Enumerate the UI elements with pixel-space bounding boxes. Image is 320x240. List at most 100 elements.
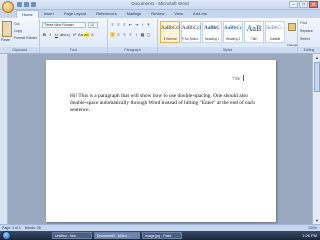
font-group: Times New Roman 12 B I U abc x₂ x² Aa ab… [40,19,108,53]
change-case-icon[interactable]: Aa [78,32,83,37]
system-clock: 1:26 PM [302,233,317,238]
style-name: Heading 2 [225,37,241,41]
font-name-select[interactable]: Times New Roman [42,22,86,28]
change-styles-button[interactable]: Change Styles [286,21,298,65]
style-heading-1[interactable]: AaBbC Heading 1 [202,21,222,43]
tab-insert[interactable]: Insert [39,10,59,18]
office-button[interactable] [2,1,14,13]
style-sample: AaBbCcI [182,26,201,31]
multilevel-list-icon[interactable]: ≡ [122,22,127,27]
font-color-icon[interactable]: A [90,32,95,37]
tab-mailings[interactable]: Mailings [122,10,147,18]
paragraph-row-2: ≡ ≡ ≡ ≡ ↕ ▦ ▢ [110,32,151,37]
page-count[interactable]: Page: 1 of 1 [2,226,21,230]
paste-icon[interactable] [2,21,12,37]
bullets-icon[interactable]: ≡ [110,22,115,27]
font-size-select[interactable]: 12 [88,22,98,28]
style-heading-2[interactable]: AaBbCc Heading 2 [223,21,243,43]
start-button[interactable] [2,231,11,240]
select-button[interactable]: Select [300,37,310,41]
font-format-row: B I U abc x₂ x² Aa ab A [42,32,95,37]
numbering-icon[interactable]: ≡ [116,22,121,27]
show-marks-icon[interactable]: ¶ [146,22,151,27]
style-name: ¶ Normal [163,37,177,41]
decrease-indent-icon[interactable]: ⇤ [128,22,133,27]
align-left-icon[interactable]: ≡ [110,32,115,37]
editing-group: Find Replace Select Editing [298,19,320,53]
tab-review[interactable]: Review [146,10,169,18]
style-name: Title [251,37,257,41]
tab-references[interactable]: References [91,10,121,18]
scroll-up-icon[interactable]: ▲ [313,54,320,61]
scroll-thumb[interactable] [314,62,320,92]
title-bar: Document1 - Microsoft Word – □ ✕ [0,0,320,10]
style-sample: AaBbC [204,26,220,31]
align-right-icon[interactable]: ≡ [122,32,127,37]
copy-button[interactable]: Copy [14,29,22,33]
highlight-icon[interactable]: ab [84,32,89,37]
paragraph-row-1: ≡ ≡ ≡ ⇤ ⇥ ↕ ¶ [110,22,151,27]
header-title-field[interactable]: Title [232,76,240,81]
taskbar-item[interactable]: image.jpg - Paint [142,232,182,239]
style-name: ¶ No Spaci... [182,37,200,41]
style-no-spacing[interactable]: AaBbCcI ¶ No Spaci... [181,21,201,43]
format-painter-button[interactable]: Format Painter [14,36,37,40]
text-cursor [243,75,244,81]
borders-icon[interactable]: ▢ [146,32,151,37]
document-area: Title Hi! This is a paragraph that will … [0,54,320,224]
underline-icon[interactable]: U [54,32,59,37]
style-name: Subtitle [269,37,281,41]
clipboard-group-label: Clipboard [0,47,39,53]
replace-button[interactable]: Replace [300,29,313,33]
style-sample: AaB [246,24,262,33]
paragraph-group: ≡ ≡ ≡ ⇤ ⇥ ↕ ¶ ≡ ≡ ≡ ≡ ↕ ▦ ▢ Paragraph [108,19,158,53]
window-title: Document1 - Microsoft Word [131,1,189,6]
find-button[interactable]: Find [300,21,307,25]
editing-group-label: Editing [298,47,320,53]
vertical-ruler [0,54,8,224]
justify-icon[interactable]: ≡ [128,32,133,37]
style-subtitle[interactable]: AaBbCc. Subtitle [265,21,285,43]
styles-group-label: Styles [158,47,297,53]
ribbon-tabs: Home Insert Page Layout References Maili… [0,10,320,18]
maximize-button[interactable]: □ [299,1,308,8]
cut-button[interactable]: Cut [14,22,19,26]
tab-home[interactable]: Home [16,10,39,18]
word-count[interactable]: Words: 35 [25,226,41,230]
strikethrough-icon[interactable]: abc [60,32,66,37]
line-spacing-icon[interactable]: ↕ [134,32,139,37]
align-center-icon[interactable]: ≡ [116,32,121,37]
tab-page-layout[interactable]: Page Layout [59,10,91,18]
style-name: Heading 1 [204,37,220,41]
bold-icon[interactable]: B [42,32,47,37]
vertical-scrollbar[interactable]: ▲ ▼ [312,54,320,224]
minimize-button[interactable]: – [289,1,298,8]
window-controls: – □ ✕ [289,1,318,8]
style-sample: AaBbCcI [161,26,180,31]
style-sample: AaBbCc [224,26,243,31]
increase-indent-icon[interactable]: ⇥ [134,22,139,27]
document-page[interactable]: Title Hi! This is a paragraph that will … [46,60,276,222]
close-button[interactable]: ✕ [309,1,318,8]
style-sample: AaBbCc. [266,26,284,31]
paste-button[interactable]: Paste [1,38,10,42]
taskbar-item-active[interactable]: Document1 - Micro... [94,232,140,239]
document-body-text[interactable]: Hi! This is a paragraph that will show h… [70,93,256,115]
style-title[interactable]: AaB Title [244,21,264,43]
taskbar: Untitled - Not... Document1 - Micro... i… [0,231,320,240]
shading-icon[interactable]: ▦ [140,32,145,37]
taskbar-item[interactable]: Untitled - Not... [52,232,92,239]
status-bar: Page: 1 of 1 Words: 35 100% [0,224,320,231]
tab-view[interactable]: View [169,10,188,18]
style-normal[interactable]: AaBbCcI ¶ Normal [160,21,180,43]
tab-add-ins[interactable]: Add-Ins [188,10,212,18]
styles-group: AaBbCcI ¶ Normal AaBbCcI ¶ No Spaci... A… [158,19,298,65]
superscript-icon[interactable]: x² [72,32,77,37]
ribbon: Paste Cut Copy Format Painter Clipboard … [0,18,320,65]
sort-icon[interactable]: ↕ [140,22,145,27]
subscript-icon[interactable]: x₂ [66,32,71,37]
change-styles-icon [288,23,296,31]
font-group-label: Font [40,47,107,53]
italic-icon[interactable]: I [48,32,53,37]
scroll-down-icon[interactable]: ▼ [313,217,320,224]
